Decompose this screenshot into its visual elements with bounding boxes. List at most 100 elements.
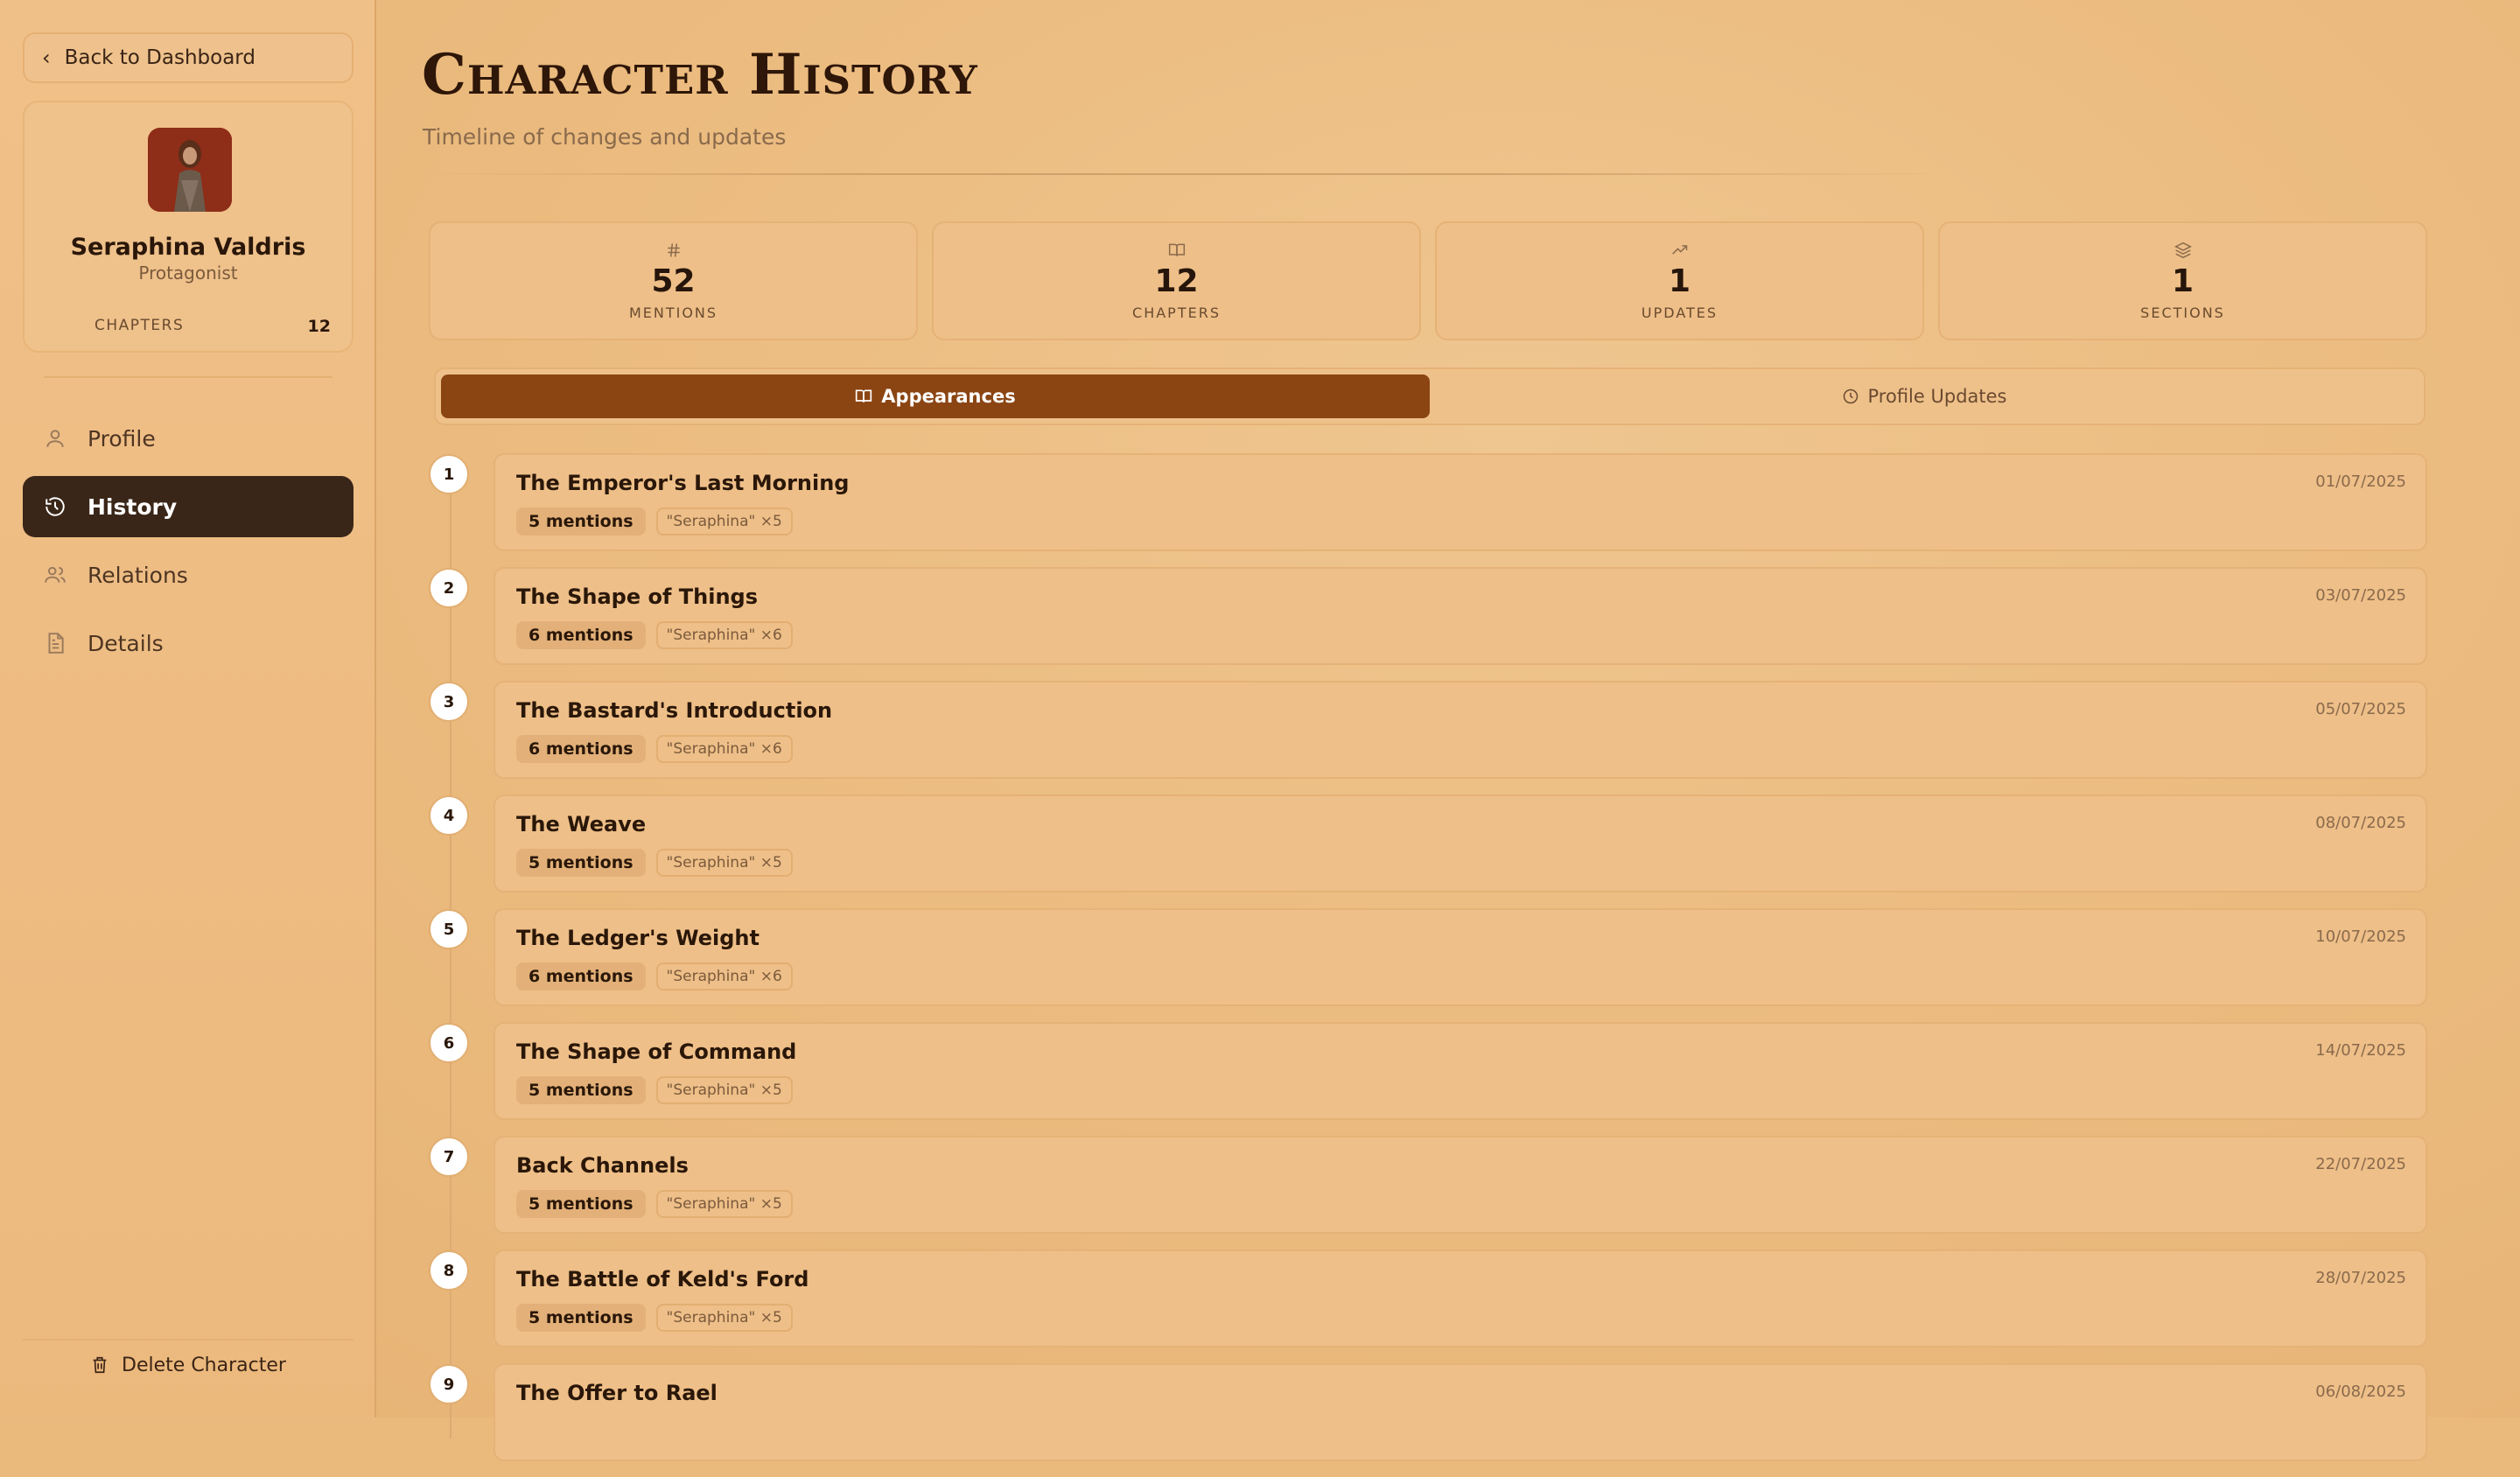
alias-badge: "Seraphina" ×6 bbox=[655, 621, 793, 649]
hash-icon bbox=[667, 242, 680, 257]
chapter-date: 05/07/2025 bbox=[2315, 700, 2406, 718]
chapter-card[interactable]: The Weave 08/07/2025 5 mentions "Seraphi… bbox=[494, 794, 2427, 892]
mentions-badge: 5 mentions bbox=[516, 508, 646, 536]
users-icon bbox=[45, 566, 66, 583]
chapter-badges: 5 mentions "Seraphina" ×5 bbox=[516, 1304, 793, 1332]
sidebar-item-relations[interactable]: Relations bbox=[23, 544, 354, 606]
chapter-date: 10/07/2025 bbox=[2315, 928, 2406, 946]
chapter-card[interactable]: The Battle of Keld's Ford 28/07/2025 5 m… bbox=[494, 1250, 2427, 1348]
mentions-badge: 5 mentions bbox=[516, 1076, 646, 1104]
alias-badge: "Seraphina" ×5 bbox=[655, 849, 793, 877]
title-divider bbox=[423, 173, 1945, 175]
timeline-number: 6 bbox=[429, 1023, 469, 1063]
stat-card-sections: 1 SECTIONS bbox=[1938, 221, 2427, 340]
sidebar-item-label: Details bbox=[88, 630, 164, 656]
sidebar-item-history[interactable]: History bbox=[23, 476, 354, 537]
alias-badge: "Seraphina" ×5 bbox=[655, 508, 793, 536]
user-icon bbox=[46, 430, 64, 447]
back-label: Back to Dashboard bbox=[64, 46, 256, 69]
timeline-item: 3 The Bastard's Introduction 05/07/2025 … bbox=[429, 681, 2427, 794]
chapter-card[interactable]: The Emperor's Last Morning 01/07/2025 5 … bbox=[494, 453, 2427, 551]
book-open-icon bbox=[856, 389, 872, 402]
chapter-date: 06/08/2025 bbox=[2315, 1382, 2406, 1401]
app-root: ‹ Back to Dashboard Seraphina Valdris Pr… bbox=[0, 0, 2520, 1461]
tab-label: Profile Updates bbox=[1867, 386, 2007, 407]
chapter-badges: 5 mentions "Seraphina" ×5 bbox=[516, 1076, 793, 1104]
layers-icon bbox=[2174, 242, 2192, 258]
stat-label: MENTIONS bbox=[628, 304, 718, 321]
chapter-badges: 5 mentions "Seraphina" ×5 bbox=[516, 1190, 793, 1218]
clock-icon bbox=[1843, 388, 1858, 404]
stat-label: CHAPTERS bbox=[1132, 304, 1221, 321]
mentions-badge: 5 mentions bbox=[516, 1190, 646, 1218]
stat-label: SECTIONS bbox=[2140, 304, 2225, 321]
timeline-item: 9 The Offer to Rael 06/08/2025 bbox=[429, 1363, 2427, 1477]
page-title: Character History bbox=[422, 42, 978, 108]
stat-value: 1 bbox=[1668, 262, 1691, 299]
timeline-item: 2 The Shape of Things 03/07/2025 6 menti… bbox=[429, 567, 2427, 681]
chapter-card[interactable]: The Bastard's Introduction 05/07/2025 6 … bbox=[494, 681, 2427, 779]
chapter-date: 22/07/2025 bbox=[2315, 1155, 2406, 1173]
chapter-title: The Shape of Command bbox=[516, 1040, 797, 1064]
stat-card-mentions: 52 MENTIONS bbox=[429, 221, 918, 340]
tab-appearances[interactable]: Appearances bbox=[441, 374, 1430, 418]
mentions-badge: 6 mentions bbox=[516, 621, 646, 649]
stat-value: 1 bbox=[2171, 262, 2194, 299]
chapters-label: CHAPTERS bbox=[94, 317, 185, 334]
chapter-badges: 5 mentions "Seraphina" ×5 bbox=[516, 508, 793, 536]
sidebar-item-details[interactable]: Details bbox=[23, 612, 354, 674]
chapter-date: 03/07/2025 bbox=[2315, 586, 2406, 605]
view-tabs: Appearances Profile Updates bbox=[434, 368, 2426, 425]
chapter-title: The Shape of Things bbox=[516, 584, 758, 609]
chapter-title: The Weave bbox=[516, 812, 647, 836]
chapter-title: Back Channels bbox=[516, 1153, 689, 1178]
sidebar-item-label: Profile bbox=[88, 425, 156, 452]
mentions-badge: 6 mentions bbox=[516, 735, 646, 763]
page-subtitle: Timeline of changes and updates bbox=[423, 124, 787, 150]
timeline-item: 8 The Battle of Keld's Ford 28/07/2025 5… bbox=[429, 1250, 2427, 1363]
timeline-number: 1 bbox=[429, 454, 469, 494]
sidebar-item-label: History bbox=[88, 494, 178, 520]
delete-character-button[interactable]: Delete Character bbox=[23, 1339, 354, 1390]
chapter-card[interactable]: Back Channels 22/07/2025 5 mentions "Ser… bbox=[494, 1136, 2427, 1234]
chapter-badges: 6 mentions "Seraphina" ×6 bbox=[516, 621, 793, 649]
sidebar-item-profile[interactable]: Profile bbox=[23, 408, 354, 469]
stat-value: 12 bbox=[1154, 262, 1199, 299]
back-to-dashboard-button[interactable]: ‹ Back to Dashboard bbox=[23, 32, 354, 83]
chapter-badges: 5 mentions "Seraphina" ×5 bbox=[516, 849, 793, 877]
timeline-number: 2 bbox=[429, 568, 469, 608]
chapter-card[interactable]: The Offer to Rael 06/08/2025 bbox=[494, 1363, 2427, 1461]
book-icon bbox=[1168, 243, 1185, 256]
character-card: Seraphina Valdris Protagonist CHAPTERS 1… bbox=[23, 101, 354, 353]
chapter-date: 08/07/2025 bbox=[2315, 814, 2406, 832]
chapter-card[interactable]: The Ledger's Weight 10/07/2025 6 mention… bbox=[494, 908, 2427, 1006]
stat-card-chapters: 12 CHAPTERS bbox=[932, 221, 1421, 340]
sidebar: ‹ Back to Dashboard Seraphina Valdris Pr… bbox=[0, 0, 376, 1418]
trash-icon bbox=[93, 1356, 107, 1374]
chapter-card[interactable]: The Shape of Command 14/07/2025 5 mentio… bbox=[494, 1022, 2427, 1120]
chapter-date: 14/07/2025 bbox=[2315, 1041, 2406, 1060]
chapter-title: The Ledger's Weight bbox=[516, 926, 760, 950]
character-role: Protagonist bbox=[138, 262, 238, 284]
chapters-value: 12 bbox=[307, 317, 331, 336]
timeline-number: 4 bbox=[429, 795, 469, 836]
chapter-title: The Emperor's Last Morning bbox=[516, 471, 850, 495]
alias-badge: "Seraphina" ×5 bbox=[655, 1304, 793, 1332]
avatar[interactable] bbox=[148, 128, 232, 212]
chapter-card[interactable]: The Shape of Things 03/07/2025 6 mention… bbox=[494, 567, 2427, 665]
tab-profile-updates[interactable]: Profile Updates bbox=[1430, 374, 2418, 418]
delete-label: Delete Character bbox=[122, 1354, 286, 1376]
timeline-item: 4 The Weave 08/07/2025 5 mentions "Serap… bbox=[429, 794, 2427, 908]
timeline-item: 7 Back Channels 22/07/2025 5 mentions "S… bbox=[429, 1136, 2427, 1250]
alias-badge: "Seraphina" ×6 bbox=[655, 962, 793, 990]
history-icon bbox=[46, 497, 65, 516]
chapter-title: The Offer to Rael bbox=[516, 1381, 718, 1405]
chapter-date: 01/07/2025 bbox=[2315, 472, 2406, 491]
appearance-timeline: 1 The Emperor's Last Morning 01/07/2025 … bbox=[429, 453, 2427, 1477]
chapter-title: The Battle of Keld's Ford bbox=[516, 1267, 809, 1292]
chapter-badges: 6 mentions "Seraphina" ×6 bbox=[516, 735, 793, 763]
mentions-badge: 5 mentions bbox=[516, 849, 646, 877]
mentions-badge: 5 mentions bbox=[516, 1304, 646, 1332]
tab-label: Appearances bbox=[881, 386, 1016, 407]
alias-badge: "Seraphina" ×6 bbox=[655, 735, 793, 763]
